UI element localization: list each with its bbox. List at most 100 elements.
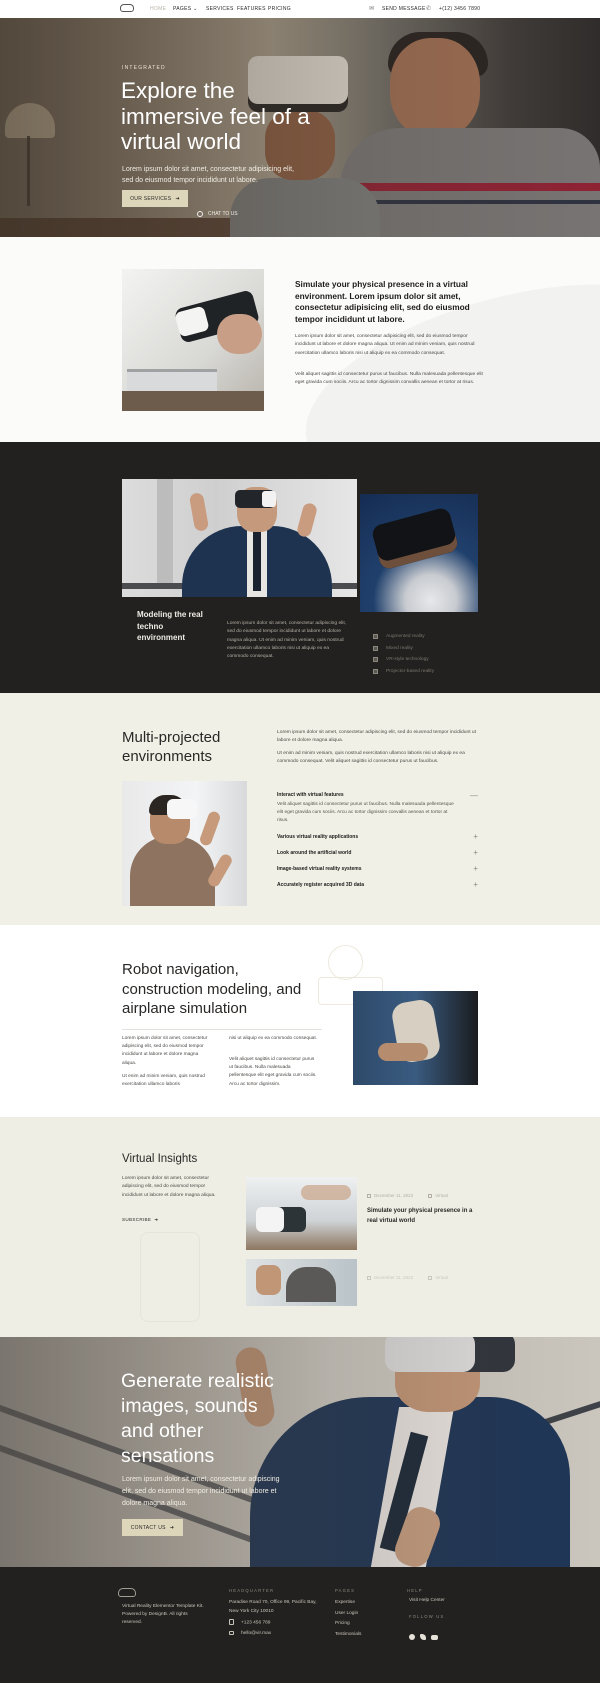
- footer-email[interactable]: hello@vir.max: [229, 1630, 271, 1639]
- footer-help-label: HELP: [407, 1588, 423, 1593]
- footer-link-user-login[interactable]: User Login: [335, 1610, 358, 1619]
- calendar-icon: [367, 1275, 371, 1280]
- footer-link-expertise[interactable]: Expertise: [335, 1599, 355, 1608]
- robot-col2-paragraph-1: nisi ut aliquip ex ea commodo consequat.: [229, 1036, 317, 1041]
- footer-pages-label: PAGES: [335, 1588, 356, 1593]
- insights-paragraph: Lorem ipsum dolor sit amet, consectetur …: [122, 1176, 216, 1198]
- robot-heading: Robot navigation, construction modeling,…: [122, 961, 302, 1017]
- robot-col1-paragraph-2: Ut enim ad minim veniam, quis nostrud ex…: [122, 1074, 205, 1088]
- post-meta-1: December 11, 2022 Virtual: [367, 1193, 448, 1198]
- photo-visor-highlight: [262, 491, 276, 507]
- post-date-text: December 11, 2022: [374, 1275, 414, 1280]
- feature-item: Mixed reality: [373, 643, 434, 655]
- nav-home[interactable]: Home: [150, 6, 166, 12]
- virtual-insights-section: Virtual Insights Lorem ipsum dolor sit a…: [0, 1117, 600, 1337]
- post-thumbnail-1[interactable]: [246, 1177, 357, 1250]
- checkbox-icon: [373, 657, 378, 663]
- nav-phone[interactable]: +(12) 3456 7890: [439, 6, 480, 12]
- hero-title: Explore the immersive feel of a virtual …: [121, 78, 310, 154]
- post-category[interactable]: Virtual: [428, 1193, 448, 1198]
- checkbox-icon: [373, 634, 378, 640]
- nav-services[interactable]: Services: [206, 6, 234, 12]
- photo-hand-right: [295, 501, 319, 539]
- footer: Virtual Reality Elementor Template Kit. …: [0, 1567, 600, 1683]
- photo-person: [286, 1267, 336, 1302]
- accordion-item-header[interactable]: Accurately register acquired 3D data +: [277, 877, 478, 893]
- hero-eyebrow: INTEGRATED: [122, 65, 166, 71]
- feature-label: Projector-based reality: [386, 668, 434, 674]
- footer-help-center-link[interactable]: Visit Help Center: [409, 1597, 445, 1606]
- plus-icon: +: [473, 832, 478, 842]
- photo-visor: [167, 799, 197, 819]
- chat-to-us-link[interactable]: CHAT TO US: [197, 211, 238, 217]
- multi-heading: Multi-projected environments: [122, 729, 221, 765]
- photo-tie: [253, 531, 261, 591]
- footer-email-text: hello@vir.max: [241, 1631, 272, 1636]
- plus-icon: +: [473, 864, 478, 874]
- phone-icon: ✆: [426, 6, 432, 12]
- youtube-icon[interactable]: [431, 1635, 438, 1640]
- footer-link-pricing[interactable]: Pricing: [335, 1620, 350, 1629]
- vr-headset-logo-icon[interactable]: [120, 4, 134, 12]
- cta-lead: Lorem ipsum dolor sit amet, consectetur …: [122, 1476, 280, 1507]
- nav-pricing[interactable]: Pricing: [268, 6, 291, 12]
- nav-pages[interactable]: Pages ⌄: [173, 6, 198, 12]
- accordion-title: Look around the artificial world: [277, 849, 352, 856]
- chevron-down-icon: ⌄: [193, 6, 198, 12]
- send-message-link[interactable]: Send Message: [382, 6, 426, 12]
- footer-link-testimonials[interactable]: Testimonials: [335, 1631, 361, 1640]
- footer-phone-text: +123 456 789: [241, 1620, 271, 1626]
- accordion-title: Interact with virtual features: [277, 792, 344, 798]
- footer-address: Paradise Road 70, Office 99, Pacific Bay…: [229, 1600, 317, 1614]
- mail-icon: [229, 1630, 234, 1635]
- plus-icon: +: [473, 880, 478, 890]
- presence-paragraph-1: Lorem ipsum dolor sit amet, consectetur …: [295, 334, 475, 356]
- footer-follow-label: FOLLOW US: [409, 1614, 445, 1619]
- accordion-body: Velit aliquet sagittis id consectetur pu…: [277, 802, 454, 824]
- post-category-text: Virtual: [435, 1275, 448, 1280]
- presence-heading: Simulate your physical presence in a vir…: [295, 279, 470, 324]
- accordion-title: Accurately register acquired 3D data: [277, 881, 364, 888]
- post-date: December 11, 2022: [367, 1193, 413, 1198]
- post-title-1[interactable]: Simulate your physical presence in a rea…: [367, 1206, 482, 1226]
- post-meta-2: December 11, 2022 Virtual: [367, 1275, 448, 1280]
- arrow-right-icon: ➜: [154, 1217, 159, 1222]
- folder-icon: [428, 1275, 433, 1280]
- robot-col1-paragraph-1: Lorem ipsum dolor sit amet, consectetur …: [122, 1036, 208, 1066]
- accordion-item-header[interactable]: Image-based virtual reality systems +: [277, 861, 478, 877]
- subscribe-link[interactable]: SUBSCRIBE ➜: [122, 1217, 158, 1223]
- contact-us-button[interactable]: CONTACT US ➜: [122, 1519, 183, 1536]
- robot-navigation-section: Robot navigation, construction modeling,…: [0, 925, 600, 1117]
- post-date: December 11, 2022: [367, 1275, 413, 1280]
- features-accordion: Interact with virtual features — Velit al…: [277, 787, 478, 893]
- accordion-title: Various virtual reality applications: [277, 833, 359, 840]
- our-services-button[interactable]: OUR SERVICES ➜: [122, 190, 188, 207]
- mobile-phone-icon: [229, 1619, 234, 1625]
- presence-paragraph-2: Velit aliquet sagittis id consectetur pu…: [295, 372, 483, 386]
- cta-overlay: [0, 1337, 600, 1567]
- footer-phone[interactable]: +123 456 789: [229, 1619, 270, 1628]
- feature-item: Augmented reality: [373, 631, 434, 643]
- nav-features[interactable]: Features: [237, 6, 266, 12]
- modeling-feature-list: Augmented reality Mixed reality VR-style…: [373, 631, 434, 677]
- post-thumbnail-2[interactable]: [246, 1259, 357, 1306]
- post-category[interactable]: Virtual: [428, 1275, 448, 1280]
- vr-headset-logo-icon[interactable]: [118, 1588, 136, 1597]
- photo-device: [370, 506, 460, 571]
- footer-about: Virtual Reality Elementor Template Kit. …: [122, 1604, 204, 1625]
- photo-laptop: [127, 369, 217, 391]
- accordion-item-header[interactable]: Look around the artificial world +: [277, 845, 478, 861]
- photo-headset: [256, 1207, 306, 1232]
- accordion-item-header[interactable]: Various virtual reality applications +: [277, 829, 478, 845]
- photo-hand: [256, 1265, 281, 1295]
- decorative-outline: [140, 1232, 200, 1322]
- our-services-label: OUR SERVICES: [130, 195, 172, 202]
- post-category-text: Virtual: [435, 1193, 448, 1198]
- calendar-icon: [367, 1193, 371, 1198]
- cta-section: Generate realistic images, sounds and ot…: [0, 1337, 600, 1567]
- twitter-icon[interactable]: [420, 1634, 426, 1640]
- nav-pages-label: Pages: [173, 6, 192, 12]
- photo-body: [130, 836, 215, 906]
- facebook-icon[interactable]: [409, 1634, 415, 1640]
- feature-item: Projector-based reality: [373, 666, 434, 678]
